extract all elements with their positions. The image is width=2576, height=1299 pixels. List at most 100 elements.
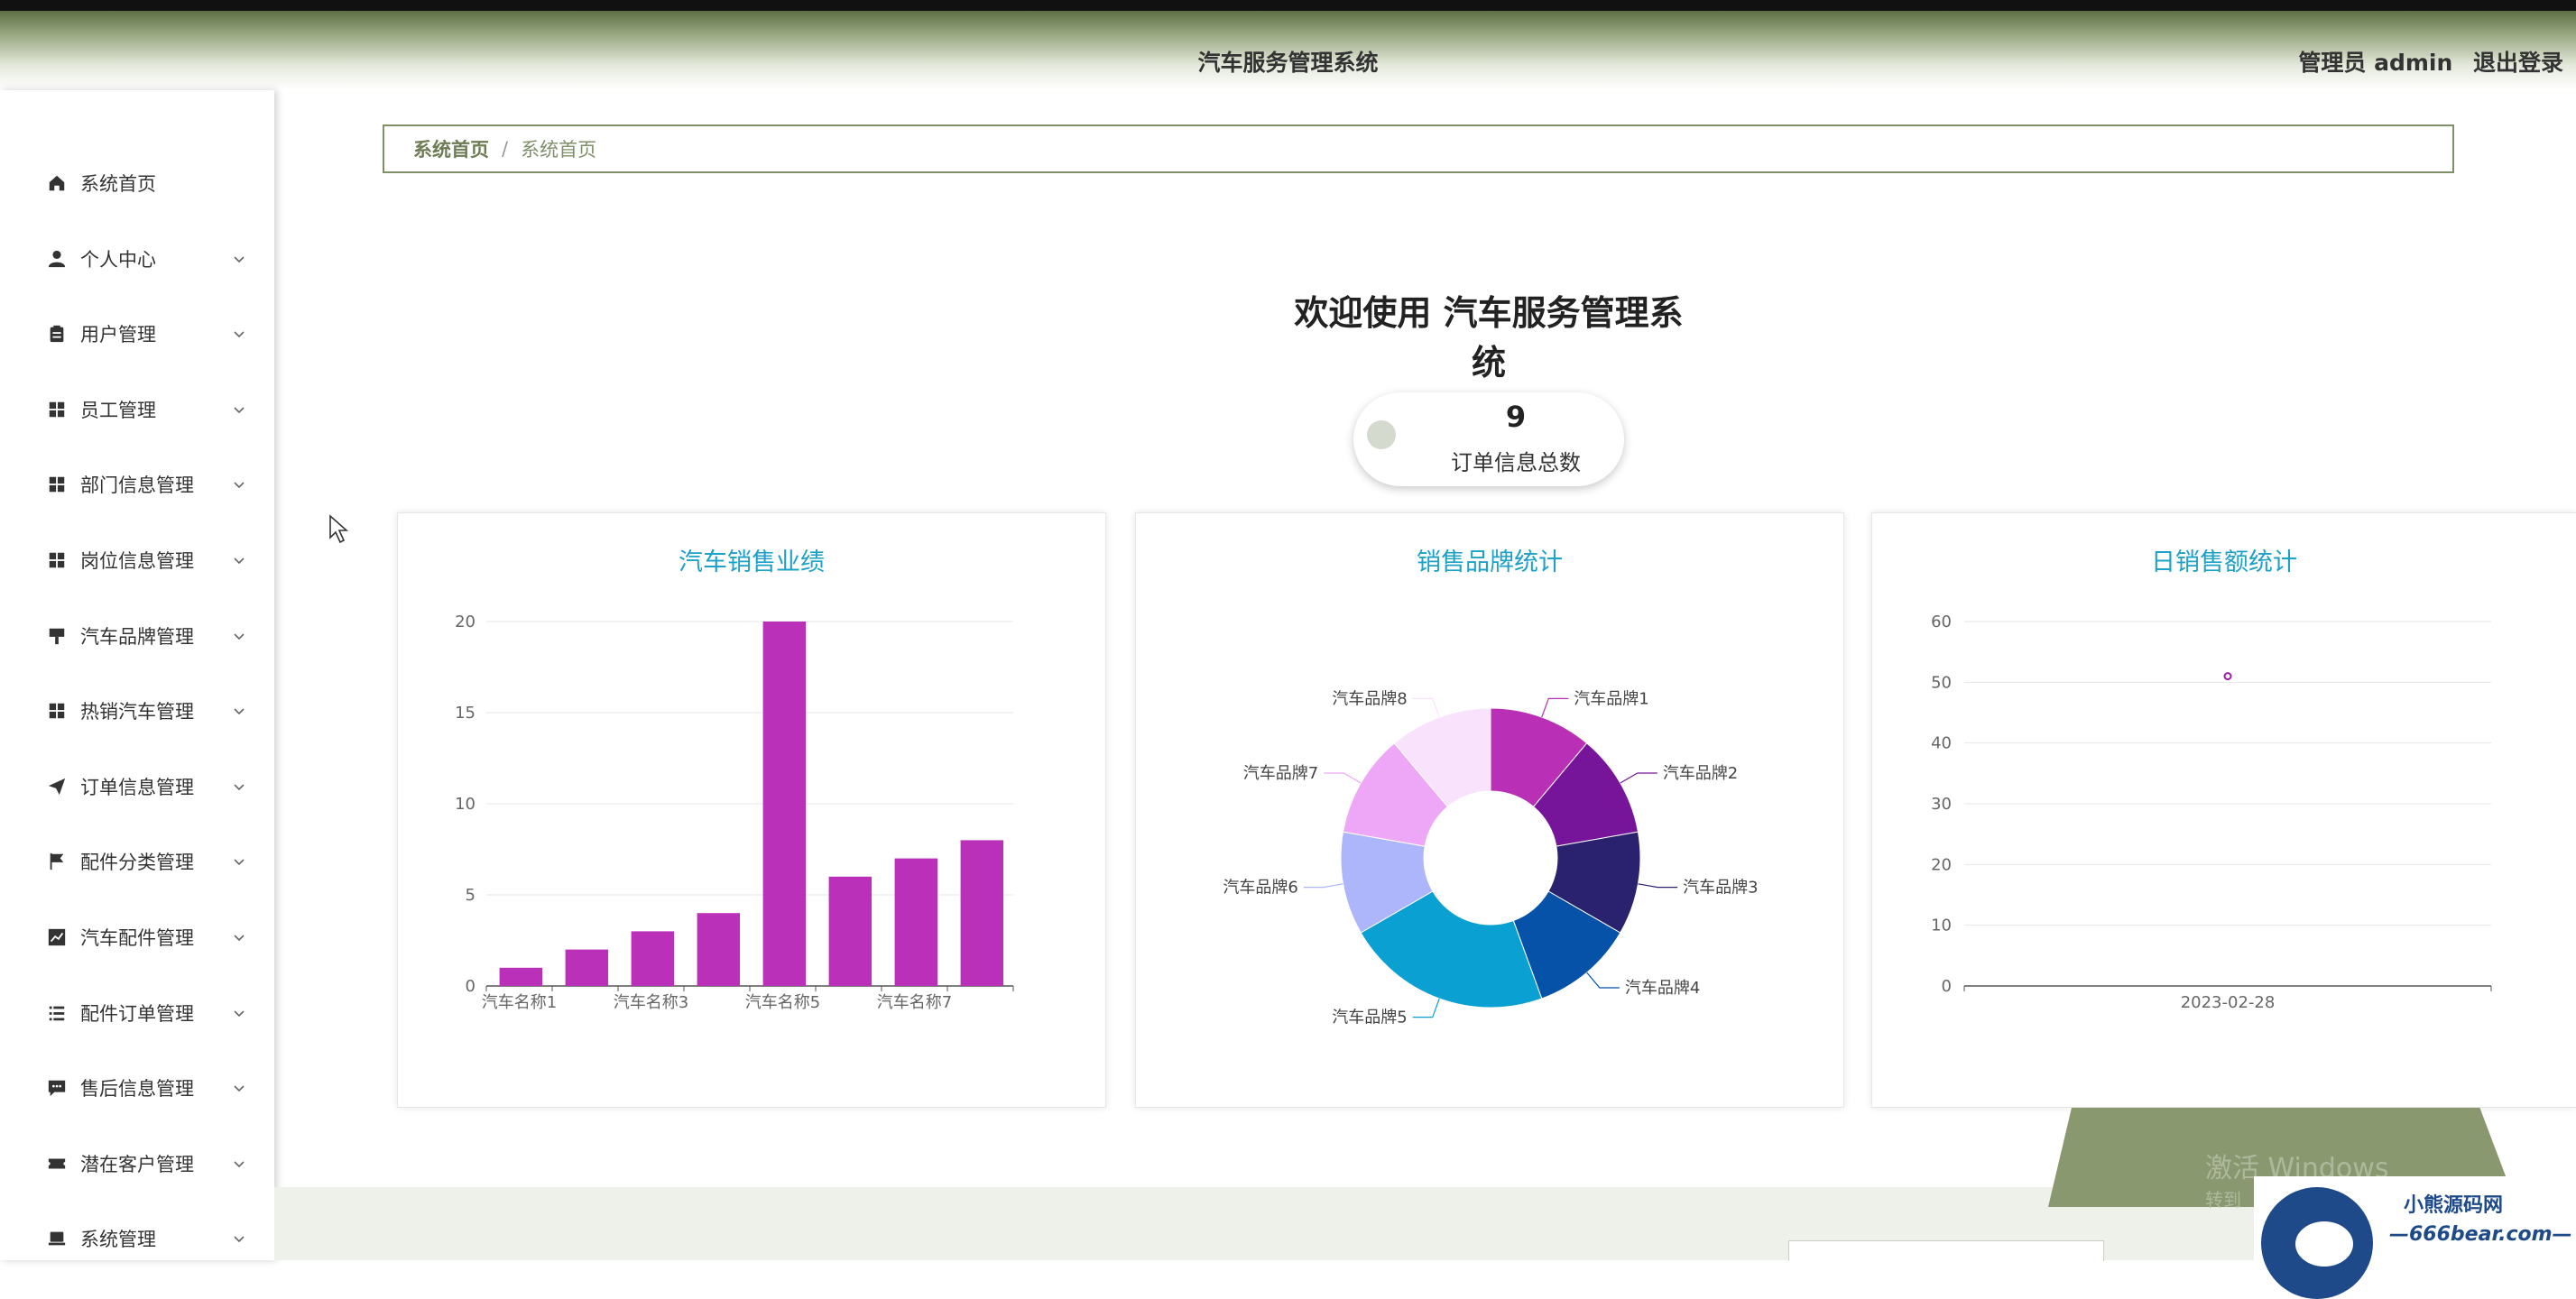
pie-label: 汽车品牌5 [1332,1009,1407,1027]
data-point [2223,672,2232,681]
pie-label-line [1541,697,1569,718]
y-tick-label: 0 [466,977,475,996]
sidebar-item[interactable]: 用户管理 [0,309,274,359]
y-tick-label: 10 [1931,917,1952,935]
brush-icon [45,624,69,648]
watermark-logo: 小熊源码网 —666bear.com— [2254,1176,2576,1299]
sidebar-item[interactable]: 岗位信息管理 [0,535,274,585]
chevron-down-icon [234,1161,245,1167]
top-bar: 汽车服务管理系统 管理员 admin 退出登录 [0,0,2576,90]
pie-label-line [1324,772,1362,784]
daily-chart-panel: 日销售额统计 0 10 20 30 40 50 60 2023-02-28 [1871,512,2576,1108]
sidebar-item[interactable]: 配件订单管理 [0,988,274,1038]
sidebar-item-label: 员工管理 [80,399,156,421]
logo-url: —666bear.com— [2389,1223,2572,1246]
pie-label: 汽车品牌7 [1243,764,1318,783]
chat-icon [45,1076,69,1100]
stat-dot-icon [1367,420,1396,449]
logout-button[interactable]: 退出登录 [2473,50,2563,76]
sidebar-item-label: 订单信息管理 [80,776,194,798]
sidebar-item-label: 岗位信息管理 [80,550,194,572]
chart-icon [45,926,69,949]
bar [697,913,741,986]
x-tick-label: 2023-02-28 [2181,993,2276,1012]
pie-label-line [1620,772,1657,784]
chevron-down-icon [234,859,245,866]
chevron-down-icon [234,784,245,790]
sidebar-item-label: 售后信息管理 [80,1078,194,1101]
sidebar-item[interactable]: 员工管理 [0,384,274,435]
x-tick-label: 汽车名称5 [745,993,820,1012]
bar [762,622,807,986]
grid-icon [45,473,69,496]
activate-windows-subtext: 转到 [2205,1189,2241,1211]
ime-toolbar [1788,1240,2104,1261]
sidebar-item[interactable]: 个人中心 [0,234,274,284]
chevron-down-icon [234,256,245,263]
clipboard-icon [45,322,69,345]
bear-logo-icon [2261,1187,2373,1299]
chevron-down-icon [234,1085,245,1092]
mouse-cursor-icon [329,514,349,544]
sidebar-item-label: 配件分类管理 [80,852,194,874]
sidebar-item-label: 汽车配件管理 [80,927,194,949]
order-total-card: 9 订单信息总数 [1353,392,1624,486]
pie-label: 汽车品牌8 [1332,689,1407,708]
breadcrumb: 系统首页 / 系统首页 [383,124,2454,173]
breadcrumb-home[interactable]: 系统首页 [413,135,489,162]
chevron-down-icon [234,1236,245,1243]
chevron-down-icon [234,407,245,413]
pie-label: 汽车品牌6 [1223,879,1297,898]
sidebar-item[interactable]: 汽车品牌管理 [0,611,274,661]
bar [631,931,675,986]
sidebar-item[interactable]: 热销汽车管理 [0,686,274,736]
sidebar: 系统首页个人中心用户管理员工管理部门信息管理岗位信息管理 汽车品牌管理 热销汽车管理… [0,90,274,1260]
sidebar-item-label: 个人中心 [80,248,156,271]
bar [565,949,609,986]
pie-label: 汽车品牌4 [1625,979,1700,998]
pie-label-line [1303,883,1343,889]
logo-name: 小熊源码网 [2404,1194,2504,1217]
y-tick-label: 0 [1942,977,1952,996]
user-area: 管理员 admin 退出登录 [2285,45,2563,78]
sidebar-item[interactable]: 汽车配件管理 [0,912,274,963]
y-tick-label: 50 [1931,673,1952,692]
y-tick-label: 15 [455,704,475,723]
sidebar-item[interactable]: 部门信息管理 [0,459,274,510]
sidebar-item[interactable]: 系统管理 [0,1213,274,1264]
brand-pie-chart: 汽车品牌1 汽车品牌2 汽车品牌3 汽车品牌4 汽车品牌5 汽车品牌6 汽车品牌7 汽车品牌8 [1223,689,1758,1027]
x-tick-label: 汽车名称3 [614,993,688,1012]
bar [894,858,938,986]
pie-label-line [1412,697,1440,718]
chevron-down-icon [234,1010,245,1017]
sales-chart-panel: 汽车销售业绩 0 5 10 15 20 汽车名称1 汽车名称3 汽车名称5 汽车名称7 [397,512,1106,1108]
x-tick-label: 汽车名称7 [877,993,952,1012]
user-icon [45,247,69,271]
y-tick-label: 40 [1931,734,1952,753]
sidebar-item-label: 热销汽车管理 [80,701,194,723]
laptop-icon [45,1227,69,1250]
sidebar-item[interactable]: 订单信息管理 [0,761,274,812]
chevron-down-icon [234,935,245,942]
grid-icon [45,548,69,572]
sidebar-item-label: 汽车品牌管理 [80,625,194,648]
pie-label: 汽车品牌1 [1574,689,1648,708]
sidebar-item[interactable]: 潜在客户管理 [0,1138,274,1189]
pie-label-line [1638,883,1678,889]
chevron-down-icon [234,482,245,489]
sidebar-item-label: 潜在客户管理 [80,1153,194,1175]
ticket-icon [45,1152,69,1175]
grid-icon [45,398,69,421]
sidebar-item[interactable]: 系统首页 [0,158,274,208]
bar [960,840,1004,986]
y-tick-label: 20 [455,613,475,631]
stat-value: 9 [1505,400,1527,434]
flag-icon [45,850,69,873]
sidebar-item[interactable]: 售后信息管理 [0,1063,274,1113]
user-label: 管理员 admin [2298,50,2453,76]
y-tick-label: 60 [1931,613,1952,631]
chevron-down-icon [234,557,245,565]
sidebar-item[interactable]: 配件分类管理 [0,836,274,887]
y-tick-label: 5 [466,886,475,905]
brand-chart-panel: 销售品牌统计 汽车品牌1 汽车品牌2 汽车品牌3 汽车品牌4 汽车品牌5 汽车品牌6 汽车品… [1135,512,1844,1108]
